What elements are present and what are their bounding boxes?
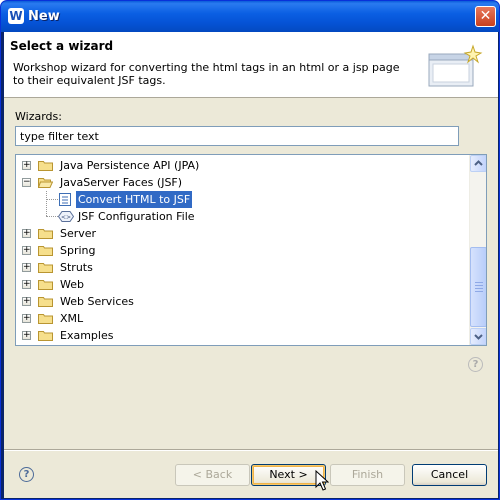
collapse-icon[interactable]: − [22, 178, 31, 187]
expand-icon[interactable]: + [22, 263, 31, 272]
chevron-down-icon [474, 334, 483, 340]
help-button[interactable]: ? [19, 467, 34, 482]
tree-item-examples[interactable]: + Examples [16, 327, 468, 344]
tree-item-label: Web Services [60, 295, 134, 308]
grip-line [475, 288, 483, 289]
scroll-down-button[interactable] [470, 328, 486, 345]
wizard-banner-icon [428, 44, 483, 87]
svg-text:<>: <> [61, 214, 71, 221]
tree-item-jsf-configuration-file[interactable]: <> JSF Configuration File [16, 208, 468, 225]
tree-item-label: Java Persistence API (JPA) [60, 159, 200, 172]
expand-icon[interactable]: + [22, 297, 31, 306]
expand-icon[interactable]: + [22, 229, 31, 238]
dialog-client-area: Select a wizard Workshop wizard for conv… [4, 32, 498, 498]
tree-item-label: Server [60, 227, 97, 240]
back-button[interactable]: < Back [175, 464, 250, 486]
tree-item-struts[interactable]: + Struts [16, 259, 468, 276]
expand-icon[interactable]: + [22, 314, 31, 323]
expand-icon[interactable]: + [22, 246, 31, 255]
page-description: Workshop wizard for converting the html … [13, 61, 400, 87]
tree-item-web-services[interactable]: + Web Services [16, 293, 468, 310]
scroll-up-button[interactable] [470, 155, 486, 172]
new-wizard-window: W New ✕ Select a wizard Workshop wizard … [0, 0, 500, 500]
folder-icon [38, 161, 53, 171]
cancel-button[interactable]: Cancel [412, 464, 487, 486]
footer-divider [4, 449, 498, 451]
chevron-up-icon [474, 160, 483, 166]
xml-file-icon: <> [58, 211, 74, 222]
jsp-file-icon [59, 193, 71, 206]
tree-item-label: JavaServer Faces (JSF) [60, 176, 183, 189]
wizard-tree: + Java Persistence API (JPA) − JavaServe… [15, 154, 487, 346]
context-help-icon[interactable]: ? [468, 357, 483, 372]
folder-icon [38, 229, 53, 239]
folder-icon [38, 246, 53, 256]
wizards-label: Wizards: [15, 110, 62, 123]
tree-item-jpa[interactable]: + Java Persistence API (JPA) [16, 157, 468, 174]
folder-icon [38, 331, 53, 341]
folder-icon [38, 263, 53, 273]
tree-item-label: JSF Configuration File [78, 210, 195, 223]
folder-icon [38, 297, 53, 307]
scroll-thumb[interactable] [470, 247, 486, 327]
vertical-scrollbar[interactable] [469, 155, 486, 345]
grip-line [475, 282, 483, 283]
tree-item-label: Web [60, 278, 84, 291]
wizard-header: Select a wizard Workshop wizard for conv… [4, 32, 498, 98]
workshop-app-icon: W [8, 8, 24, 24]
folder-icon [38, 314, 53, 324]
page-title: Select a wizard [10, 39, 114, 53]
tree-item-jsf[interactable]: − JavaServer Faces (JSF) [16, 174, 468, 191]
expand-icon[interactable]: + [22, 331, 31, 340]
expand-icon[interactable]: + [22, 161, 31, 170]
tree-item-label: Examples [60, 329, 114, 342]
window-title: New [28, 9, 60, 24]
tree-item-label: Convert HTML to JSF [74, 190, 194, 209]
grip-line [475, 291, 483, 292]
filter-input[interactable] [15, 126, 459, 146]
close-button[interactable]: ✕ [475, 6, 496, 27]
finish-button[interactable]: Finish [330, 464, 405, 486]
title-bar[interactable]: W New ✕ [1, 1, 499, 32]
tree-item-label: XML [60, 312, 84, 325]
mouse-cursor-icon [315, 470, 329, 491]
tree-item-label: Struts [60, 261, 93, 274]
folder-icon [38, 280, 53, 290]
tree-item-spring[interactable]: + Spring [16, 242, 468, 259]
expand-icon[interactable]: + [22, 280, 31, 289]
tree-item-xml[interactable]: + XML [16, 310, 468, 327]
open-folder-icon [38, 178, 53, 188]
grip-line [475, 285, 483, 286]
tree-item-web[interactable]: + Web [16, 276, 468, 293]
tree-item-label: Spring [60, 244, 96, 257]
tree-item-convert-html-to-jsf[interactable]: Convert HTML to JSF [16, 190, 468, 209]
tree-item-server[interactable]: + Server [16, 225, 468, 242]
